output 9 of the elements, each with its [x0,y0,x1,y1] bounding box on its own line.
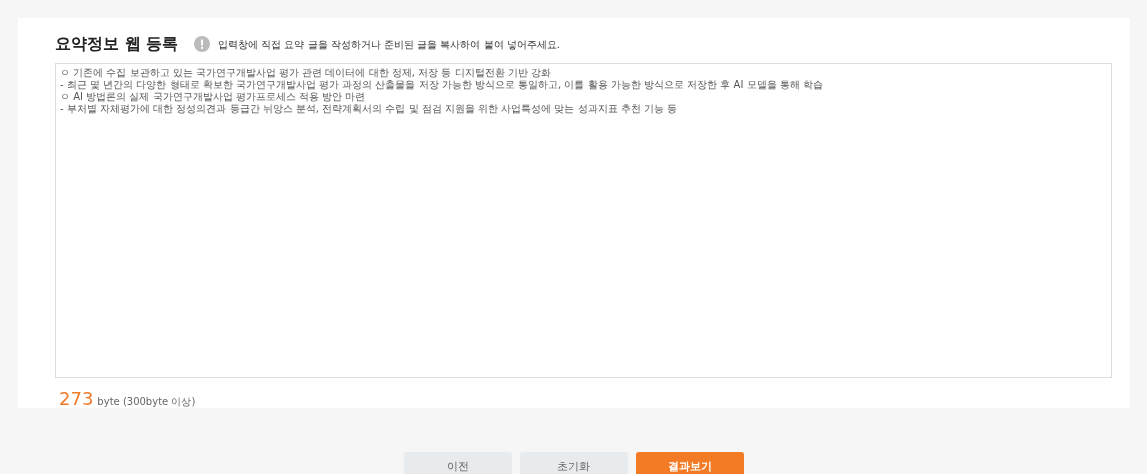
reset-button[interactable]: 초기화 [519,452,628,474]
result-button[interactable]: 결과보기 [635,452,744,474]
byte-unit-text: byte (300byte 이상) [97,395,196,409]
previous-button[interactable]: 이전 [403,452,512,474]
byte-count: 273 [59,387,94,411]
section-title: 요약정보 웹 등록 [55,33,179,55]
hint-text: 입력창에 직접 요약 글을 작성하거나 준비된 글을 복사하여 붙여 넣어주세요. [218,37,560,52]
summary-input-field[interactable]: ㅇ 기존에 수집 보관하고 있는 국가연구개발사업 평가 관련 데이터에 대한 정제, 저장 등 디지털전환 기반 강화 - 최근 몇 년간의 다양한 형태로 확보한 국가연구개발사업 평가 과정의 산출물을 저장 가능한 방식으로 통일하고, 이를 활용 가능한 방식으로 저장한 후 AI 모델을 통해 학습 ㅇ AI 방법론의 실제 국가연구개발사업 평가프로세스 적용 방안 마련 - 부처별 자체평가에 대한 정성의견과 등급간 뉘앙스 분석, 전략계획서의 수립 및 점검 지원을 위한 사업특성에 맞는 성과지표 추천 기능 등 [55,63,1112,378]
info-icon [194,36,211,52]
